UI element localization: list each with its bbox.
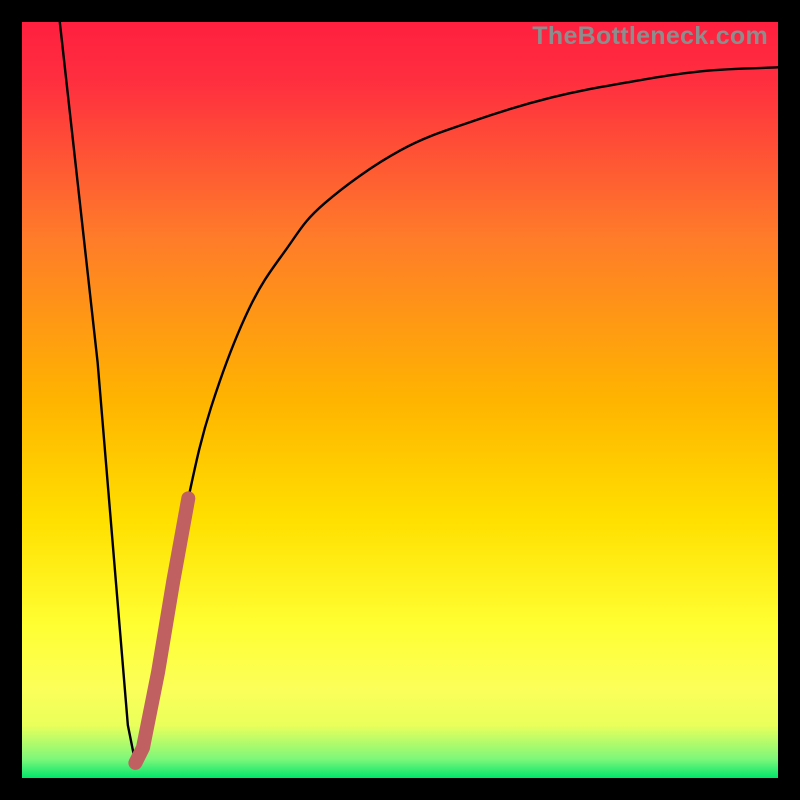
plot-area: TheBottleneck.com	[22, 22, 778, 778]
watermark-text: TheBottleneck.com	[532, 22, 768, 51]
chart-svg	[22, 22, 778, 778]
gradient-background	[22, 22, 778, 778]
chart-frame: TheBottleneck.com	[0, 0, 800, 800]
